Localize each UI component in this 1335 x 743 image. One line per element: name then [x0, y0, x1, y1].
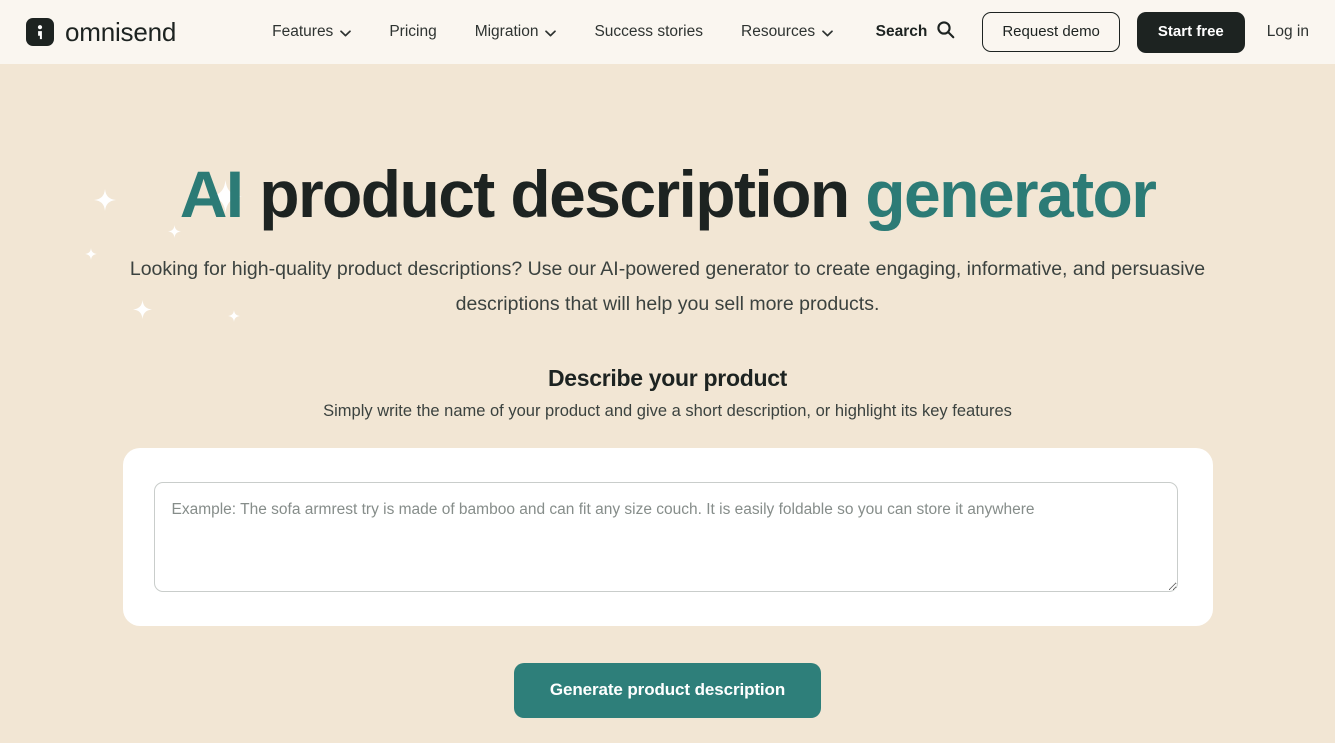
request-demo-button[interactable]: Request demo: [982, 12, 1120, 52]
chevron-down-icon: [545, 29, 557, 37]
main-navigation: Features Pricing Migration Success stori…: [272, 24, 833, 40]
nav-item-success-stories[interactable]: Success stories: [594, 24, 703, 40]
header-actions: Search Request demo Start free Log in: [876, 11, 1309, 53]
page-title-middle: product description: [242, 157, 866, 231]
brand-name: omnisend: [65, 16, 177, 47]
chevron-down-icon: [822, 29, 833, 37]
product-description-card: [122, 448, 1213, 627]
search-label: Search: [875, 23, 928, 40]
form-section-title: Describe your product: [547, 365, 788, 392]
search-icon: [936, 20, 955, 44]
nav-item-migration[interactable]: Migration: [475, 24, 557, 40]
nav-label-resources: Resources: [741, 23, 816, 41]
page-title-accent-start: AI: [179, 157, 244, 231]
chevron-down-icon: [340, 29, 352, 37]
start-free-button[interactable]: Start free: [1136, 11, 1245, 53]
nav-label-success-stories: Success stories: [594, 23, 703, 41]
page-title: AI product description generator: [0, 64, 1335, 230]
product-description-input[interactable]: [153, 482, 1178, 593]
search-button[interactable]: Search: [876, 20, 956, 44]
nav-label-features: Features: [272, 23, 334, 41]
nav-label-migration: Migration: [474, 23, 539, 41]
site-header: omnisend Features Pricing Migration Succ…: [0, 0, 1335, 64]
nav-item-pricing[interactable]: Pricing: [389, 24, 436, 40]
cta-container: Generate product description: [0, 663, 1335, 718]
login-link[interactable]: Log in: [1267, 23, 1309, 41]
nav-item-features[interactable]: Features: [272, 23, 352, 41]
page-title-accent-end: generator: [865, 157, 1157, 231]
generate-product-description-button[interactable]: Generate product description: [513, 663, 822, 718]
hero-section: AI product description generator Looking…: [0, 64, 1335, 743]
omnisend-logo-icon: [26, 18, 54, 46]
nav-label-pricing: Pricing: [389, 23, 437, 41]
brand-logo[interactable]: omnisend: [26, 17, 176, 48]
nav-item-resources[interactable]: Resources: [741, 24, 833, 40]
form-section-subtitle: Simply write the name of your product an…: [323, 402, 1012, 421]
hero-subtitle: Looking for high-quality product descrip…: [129, 258, 1206, 316]
